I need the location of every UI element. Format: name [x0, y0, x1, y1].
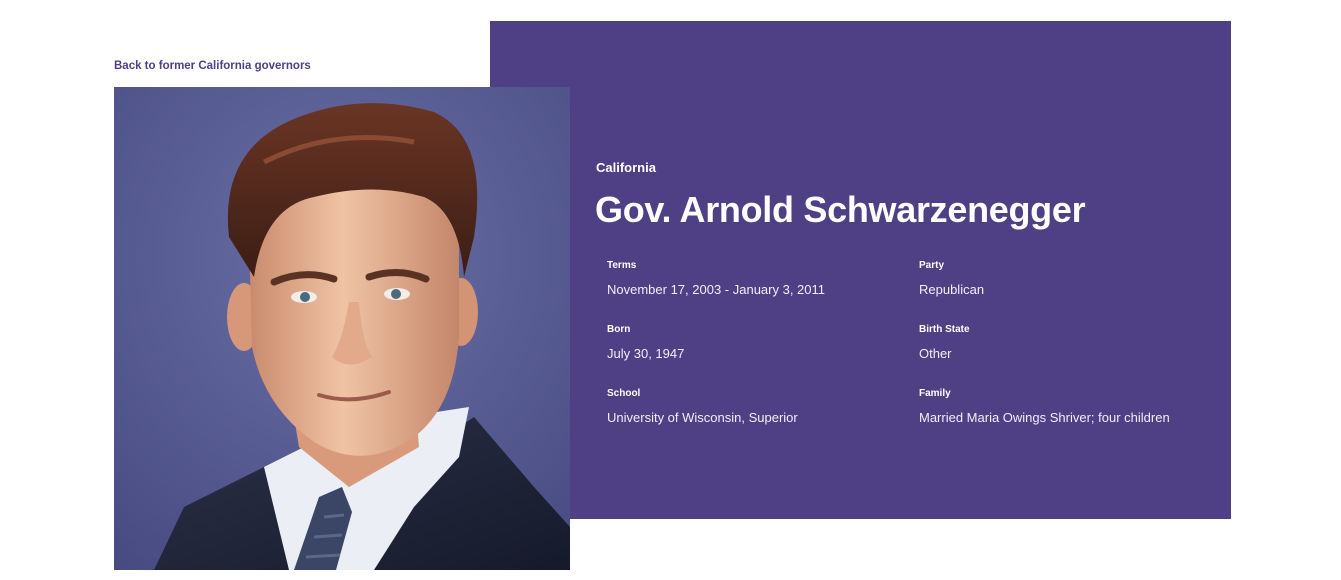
birth-state-value: Other: [919, 346, 952, 361]
portrait-illustration: [114, 87, 570, 570]
school-label: School: [607, 388, 641, 399]
born-field: Born July 30, 1947: [607, 324, 907, 362]
terms-field: Terms November 17, 2003 - January 3, 201…: [607, 260, 907, 298]
family-field: Family Married Maria Owings Shriver; fou…: [919, 388, 1219, 426]
birth-state-label: Birth State: [919, 324, 970, 335]
family-value: Married Maria Owings Shriver; four child…: [919, 410, 1170, 425]
birth-state-field: Birth State Other: [919, 324, 1219, 362]
party-value: Republican: [919, 282, 985, 297]
family-label: Family: [919, 388, 951, 399]
born-label: Born: [607, 324, 631, 335]
state-label: California: [596, 160, 656, 175]
back-to-governors-link[interactable]: Back to former California governors: [114, 60, 311, 72]
school-field: School University of Wisconsin, Superior: [607, 388, 907, 426]
governor-portrait: [114, 87, 570, 570]
party-label: Party: [919, 260, 945, 271]
school-value: University of Wisconsin, Superior: [607, 410, 798, 425]
governor-name-heading: Gov. Arnold Schwarzenegger: [595, 189, 1086, 230]
party-field: Party Republican: [919, 260, 1219, 298]
terms-label: Terms: [607, 260, 637, 271]
governor-profile-page: Back to former California governors Cali…: [0, 0, 1341, 580]
terms-value: November 17, 2003 - January 3, 2011: [607, 282, 826, 297]
born-value: July 30, 1947: [607, 346, 685, 361]
